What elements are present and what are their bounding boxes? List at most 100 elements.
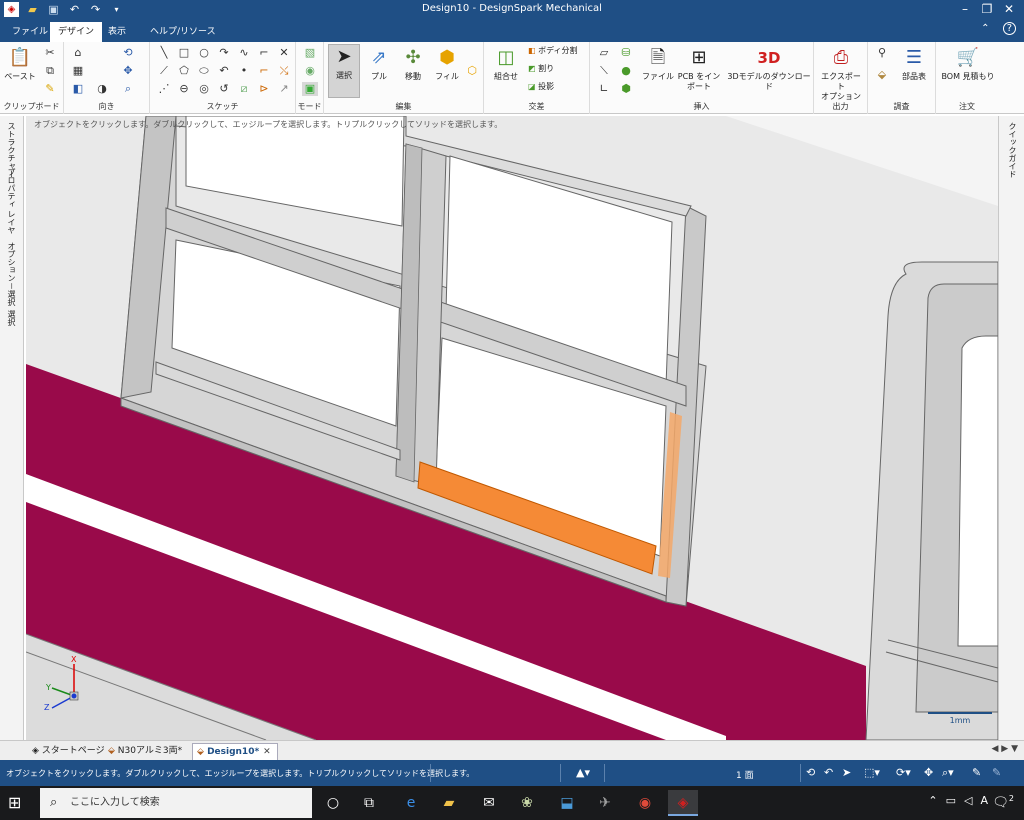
mirror-icon[interactable]: ⊳ <box>256 82 272 96</box>
format-painter-icon[interactable]: ✎ <box>42 82 58 96</box>
3d-mode-icon[interactable]: ▣ <box>302 82 318 96</box>
store-app-icon[interactable]: ⬓ <box>552 790 582 816</box>
tab-options-select[interactable]: オプション－選択 <box>6 242 17 306</box>
chrome-icon[interactable]: ◉ <box>630 790 660 816</box>
zoom-icon[interactable]: ⌕ <box>120 82 136 96</box>
split-body-button[interactable]: ◧ ボディ分割 <box>528 46 588 56</box>
project-button[interactable]: ◪ 投影 <box>528 82 588 92</box>
sketch-mode-icon[interactable]: ▧ <box>302 46 318 60</box>
box-select-icon[interactable]: ⬚▾ <box>864 766 880 779</box>
section-mode-icon[interactable]: ◉ <box>302 64 318 78</box>
plan-view-icon[interactable]: ▦ <box>70 64 86 78</box>
plane-icon[interactable]: ▱ <box>596 46 612 60</box>
tab-quick-guide[interactable]: クイックガイド <box>1007 122 1018 178</box>
close-tab-icon[interactable]: ✕ <box>263 747 271 757</box>
undo-status-icon[interactable]: ↶ <box>824 766 833 779</box>
edge-browser-icon[interactable]: e <box>396 790 426 816</box>
view-cube-icon[interactable]: ◧ <box>70 82 86 96</box>
photos-app-icon[interactable]: ❀ <box>512 790 542 816</box>
tab-properties[interactable]: プロパティ <box>6 168 17 208</box>
three-point-circle-icon[interactable]: ◎ <box>196 82 212 96</box>
task-view-icon[interactable]: ⧉ <box>354 790 384 816</box>
doc-tab-start-page[interactable]: ◈ スタートページ <box>28 743 111 760</box>
notification-center-icon[interactable]: 🗨2 <box>992 794 1014 810</box>
sphere-icon[interactable]: ● <box>618 64 634 78</box>
doc-tab-design10[interactable]: ⬙ Design10* ✕ <box>192 743 278 760</box>
insert-file-button[interactable]: 🗎 ファイル <box>642 46 674 82</box>
parts-list-button[interactable]: ☰ 部品表 <box>896 46 932 82</box>
pull-button[interactable]: ⇗ プル <box>362 46 396 82</box>
slot-icon[interactable]: ⊖ <box>176 82 192 96</box>
tab-file[interactable]: ファイル <box>4 22 56 42</box>
show-hidden-icons-icon[interactable]: ⌃ <box>928 794 937 807</box>
export-options-button[interactable]: ⎙ エクスポート オプション <box>818 46 864 102</box>
copy-icon[interactable]: ⧉ <box>42 64 58 78</box>
paste-button[interactable]: 📋 ペースト <box>4 46 36 82</box>
split-button[interactable]: ◩ 割り <box>528 64 588 74</box>
spline-icon[interactable]: ∿ <box>236 46 252 60</box>
doc-tab-n30[interactable]: ⬙ N30アルミ3両* <box>104 743 188 760</box>
corner-icon[interactable]: ⌐ <box>256 46 272 60</box>
ellipse-icon[interactable]: ⬭ <box>196 64 212 78</box>
cortana-icon[interactable]: ○ <box>318 790 348 816</box>
cut-icon[interactable]: ✂ <box>42 46 58 60</box>
help-icon[interactable]: ? <box>1002 22 1016 35</box>
arc-icon[interactable]: ↷ <box>216 46 232 60</box>
minimize-icon[interactable]: – <box>954 1 976 18</box>
camera-icon[interactable]: ◑ <box>94 82 110 96</box>
axis-icon[interactable]: ⟍ <box>596 64 612 78</box>
restore-icon[interactable]: ❐ <box>976 1 998 18</box>
download-3d-model-button[interactable]: 3D 3Dモデルのダウンロード <box>726 46 812 92</box>
app-icon-wing[interactable]: ✈ <box>590 790 620 816</box>
cylinder-icon[interactable]: ⛁ <box>618 46 634 60</box>
project-edge-icon[interactable]: ⧄ <box>236 82 252 96</box>
orbit-status-icon[interactable]: ⟳▾ <box>896 766 911 779</box>
pan-icon[interactable]: ✥ <box>120 64 136 78</box>
tangent-line-icon[interactable]: ⟋ <box>156 64 172 78</box>
bend-icon[interactable]: ⤯ <box>276 64 292 78</box>
sweep-arc-icon[interactable]: ↶ <box>216 64 232 78</box>
bom-quote-button[interactable]: 🛒 BOM 見積もり <box>940 46 996 82</box>
shape-icon[interactable]: ⬢ <box>618 82 634 96</box>
pen-status-icon[interactable]: ✎ <box>972 766 981 779</box>
tab-help-resources[interactable]: ヘルプ/リソース <box>142 22 224 42</box>
pointer-status-icon[interactable]: ➤ <box>842 766 851 779</box>
taskbar-search-box[interactable]: ⌕ ここに入力して検索 <box>40 788 312 818</box>
combine-button[interactable]: ◫ 組合せ <box>486 46 526 82</box>
file-explorer-icon[interactable]: ▰ <box>434 790 464 816</box>
mass-icon[interactable]: ⬙ <box>874 68 890 82</box>
3d-viewport[interactable]: X Y Z 1mm <box>26 116 998 740</box>
point-icon[interactable]: • <box>236 64 252 78</box>
tab-view[interactable]: 表示 <box>100 22 134 42</box>
circle-icon[interactable]: ○ <box>196 46 212 60</box>
collapse-ribbon-icon[interactable]: ⌃ <box>981 23 989 34</box>
tab-design[interactable]: デザイン <box>50 22 103 42</box>
home-icon[interactable]: ⌂ <box>70 46 86 60</box>
polygon-icon[interactable]: ⬠ <box>176 64 192 78</box>
designspark-taskbar-icon[interactable]: ◈ <box>668 790 698 816</box>
windows-start-icon[interactable]: ⊞ <box>8 793 21 812</box>
zoom-status-icon[interactable]: ⌕▾ <box>942 766 954 780</box>
trim-icon[interactable]: ✕ <box>276 46 292 60</box>
tab-selection[interactable]: 選択 <box>6 310 17 326</box>
spin-icon[interactable]: ⟲ <box>120 46 136 60</box>
measure-icon[interactable]: ⚲ <box>874 46 890 60</box>
triangle-filter-icon[interactable]: ▲▾ <box>576 766 590 779</box>
fill-button[interactable]: ⬢ フィル <box>430 46 464 82</box>
doc-tab-navigation[interactable]: ◀ ▶ ▼ <box>992 744 1019 754</box>
ime-indicator[interactable]: A <box>980 794 988 807</box>
scale-sketch-icon[interactable]: ↗ <box>276 82 292 96</box>
tab-layers[interactable]: レイヤ <box>6 210 17 234</box>
shell-icon[interactable]: ⬡ <box>464 64 480 78</box>
rectangle-icon[interactable]: □ <box>176 46 192 60</box>
spin-status-icon[interactable]: ⟲ <box>806 766 815 779</box>
close-icon[interactable]: ✕ <box>998 1 1020 18</box>
line-icon[interactable]: ╲ <box>156 46 172 60</box>
offset-icon[interactable]: ⌐ <box>256 64 272 78</box>
pan-status-icon[interactable]: ✥ <box>924 766 933 779</box>
move-button[interactable]: ✣ 移動 <box>396 46 430 82</box>
origin-icon[interactable]: ∟ <box>596 82 612 96</box>
three-point-arc-icon[interactable]: ↺ <box>216 82 232 96</box>
network-icon[interactable]: ▭ <box>946 794 956 807</box>
construction-line-icon[interactable]: ⋰ <box>156 82 172 96</box>
